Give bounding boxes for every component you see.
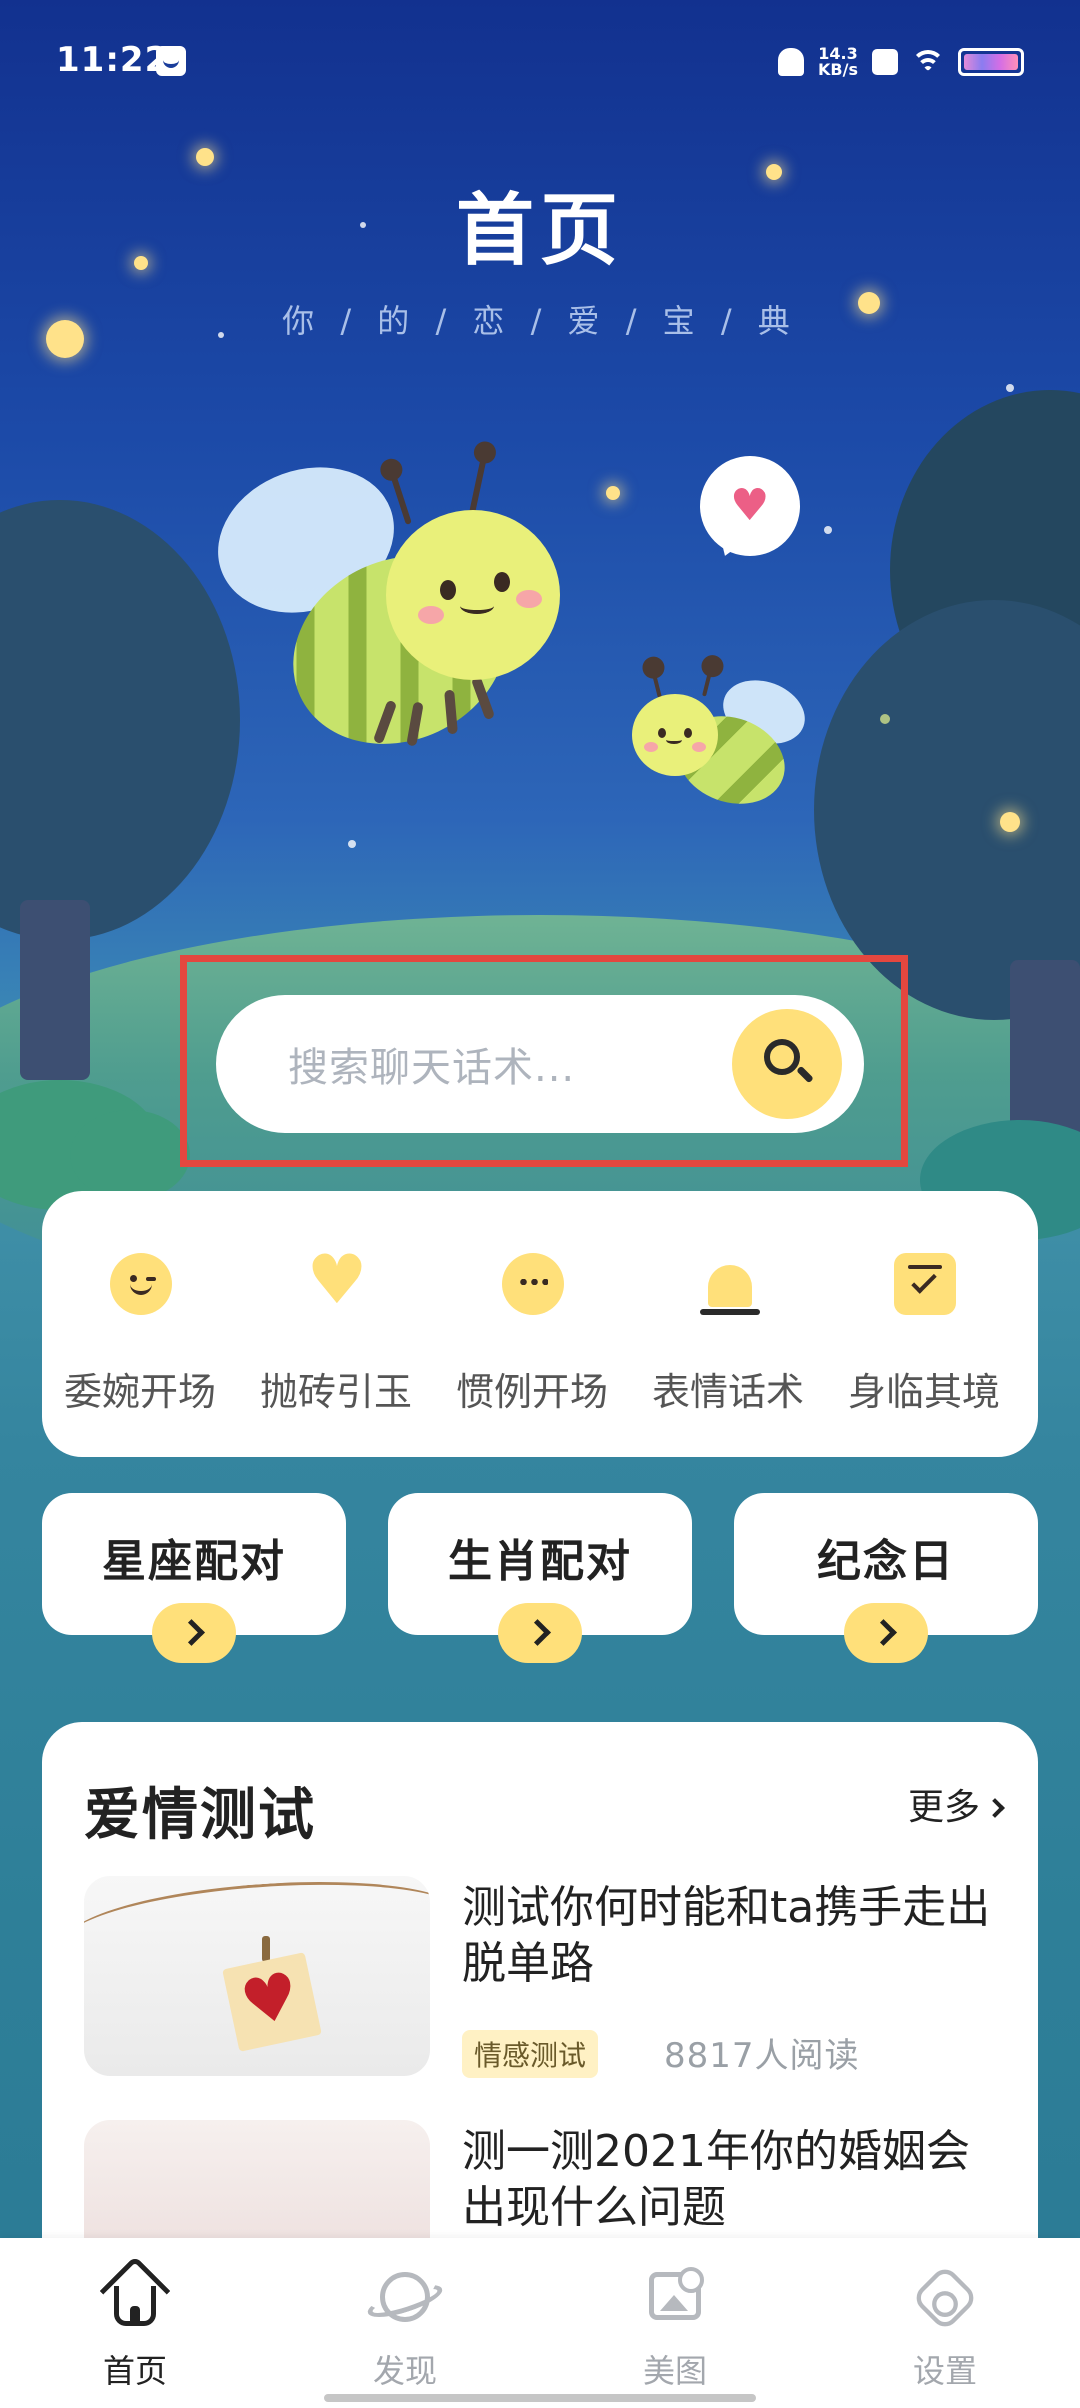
anniversary-label: 纪念日 — [817, 1536, 955, 1587]
heart-speech-bubble: ♥ — [700, 456, 800, 556]
anniversary-button[interactable]: 纪念日 — [734, 1493, 1038, 1663]
tab-home[interactable]: 首页 — [0, 2238, 270, 2408]
left-tree — [0, 500, 240, 940]
search-placeholder: 搜索聊天话术... — [288, 1045, 576, 1091]
chevron-right-icon[interactable] — [152, 1603, 236, 1663]
search-input[interactable]: 搜索聊天话术... — [216, 995, 864, 1133]
bottom-tab-bar: 首页 发现 美图 设置 — [0, 2238, 1080, 2408]
category-item-weiwan[interactable]: 委婉开场 — [42, 1191, 238, 1457]
network-speed: 14.3 KB/s — [816, 46, 860, 78]
status-bar: 11:22 14.3 KB/s — [0, 0, 1080, 120]
tab-label: 首页 — [102, 2352, 167, 2390]
category-label: 惯例开场 — [455, 1370, 608, 1414]
tab-discover[interactable]: 发现 — [270, 2238, 540, 2408]
article-read-count: 8817人阅读 — [664, 2036, 860, 2076]
page-subtitle: 你 / 的 / 恋 / 爱 / 宝 / 典 — [282, 302, 798, 340]
more-link[interactable]: 更多 — [907, 1778, 1005, 1830]
bush — [70, 1110, 190, 1200]
category-item-guanli[interactable]: 惯例开场 — [434, 1191, 630, 1457]
status-right-icons: 14.3 KB/s — [778, 44, 1024, 80]
category-label: 抛砖引玉 — [259, 1370, 412, 1414]
zodiac-match-label: 星座配对 — [102, 1536, 286, 1587]
wifi-icon — [910, 48, 946, 76]
category-label: 委婉开场 — [63, 1370, 216, 1414]
left-tree-trunk — [20, 900, 90, 1080]
wink-face-icon — [110, 1253, 172, 1315]
battery-icon — [958, 48, 1024, 76]
star-decoration — [1000, 812, 1020, 832]
chinese-zodiac-match-button[interactable]: 生肖配对 — [388, 1493, 692, 1663]
chat-dots-icon — [502, 1253, 564, 1315]
category-item-shenlin[interactable]: 身临其境 — [826, 1191, 1022, 1457]
mute-bell-icon — [778, 48, 804, 76]
heart-icon — [306, 1247, 368, 1315]
chevron-right-icon — [985, 1798, 1005, 1818]
article-title: 测一测2021年你的婚姻会出现什么问题 — [462, 2126, 970, 2233]
app-root: 11:22 14.3 KB/s ♥ 首页 你 / 的 / 恋 / 爱 / 宝 /… — [0, 0, 1080, 2408]
tab-label: 设置 — [912, 2352, 977, 2390]
list-item[interactable]: 测试你何时能和ta携手走出脱单路 情感测试 8817人阅读 — [84, 1876, 996, 2086]
network-speed-unit: KB/s — [818, 60, 858, 79]
settings-icon — [910, 2263, 980, 2333]
message-notification-icon — [156, 46, 186, 76]
alert-bell-icon — [698, 1253, 760, 1315]
category-item-biaoqing[interactable]: 表情话术 — [630, 1191, 826, 1457]
star-decoration — [196, 148, 214, 166]
category-card: 委婉开场 抛砖引玉 惯例开场 表情话术 身临其境 — [42, 1191, 1038, 1457]
section-title: 爱情测试 — [84, 1783, 316, 1848]
small-bee-illustration — [630, 660, 814, 820]
article-thumbnail — [84, 1876, 430, 2076]
page-title: 首页 — [455, 186, 624, 276]
chevron-right-icon[interactable] — [498, 1603, 582, 1663]
search-button[interactable] — [732, 1009, 842, 1119]
sim-icon — [872, 49, 898, 75]
sky-dot — [824, 526, 832, 534]
firefly — [880, 714, 890, 724]
status-time: 11:22 — [56, 40, 170, 80]
zodiac-match-button[interactable]: 星座配对 — [42, 1493, 346, 1663]
right-tree-trunk — [1010, 960, 1080, 1140]
category-label: 表情话术 — [651, 1370, 804, 1414]
heart-icon: ♥ — [730, 480, 770, 531]
image-icon — [649, 2267, 704, 2320]
tab-settings[interactable]: 设置 — [810, 2238, 1080, 2408]
article-title: 测试你何时能和ta携手走出脱单路 — [462, 1882, 991, 1989]
article-tag: 情感测试 — [462, 2030, 599, 2078]
chevron-right-icon[interactable] — [844, 1603, 928, 1663]
tab-gallery[interactable]: 美图 — [540, 2238, 810, 2408]
more-label: 更多 — [907, 1787, 980, 1828]
category-item-paozhuan[interactable]: 抛砖引玉 — [238, 1191, 434, 1457]
home-indicator[interactable] — [324, 2394, 756, 2402]
checklist-icon — [894, 1253, 956, 1315]
large-bee-illustration — [197, 440, 590, 779]
search-icon — [764, 1039, 800, 1075]
sky-dot — [348, 840, 356, 848]
tab-label: 发现 — [372, 2352, 437, 2390]
star-decoration — [606, 486, 620, 500]
chinese-zodiac-match-label: 生肖配对 — [448, 1536, 632, 1587]
tab-label: 美图 — [642, 2352, 707, 2390]
category-label: 身临其境 — [847, 1370, 1000, 1414]
sky-dot — [1006, 384, 1014, 392]
